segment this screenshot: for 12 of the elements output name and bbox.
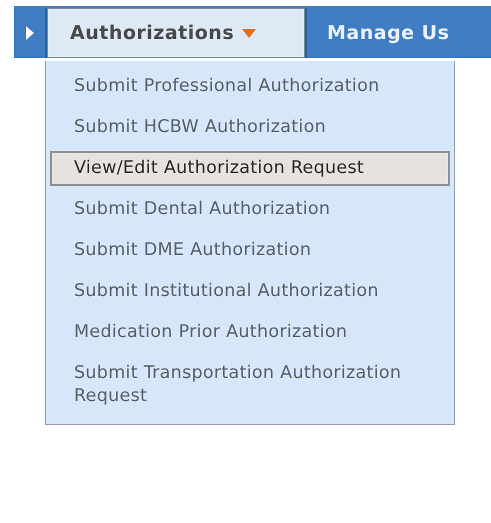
menu-item[interactable]: Medication Prior Authorization	[50, 315, 450, 350]
play-arrow-icon[interactable]	[24, 25, 34, 41]
menu-item[interactable]: Submit Institutional Authorization	[50, 274, 450, 309]
authorizations-menu-tab[interactable]: Authorizations	[47, 8, 305, 58]
menu-item[interactable]: Submit Dental Authorization	[50, 192, 450, 227]
caret-down-icon	[242, 28, 256, 38]
menu-item[interactable]: Submit Professional Authorization	[50, 69, 450, 104]
menu-item[interactable]: Submit HCBW Authorization	[50, 110, 450, 145]
menu-item[interactable]: View/Edit Authorization Request	[50, 151, 450, 186]
menu-tab[interactable]: Manage Us	[305, 8, 491, 58]
menu-item[interactable]: Submit Transportation Authorization Request	[50, 356, 450, 414]
menu-item[interactable]: Submit DME Authorization	[50, 233, 450, 268]
